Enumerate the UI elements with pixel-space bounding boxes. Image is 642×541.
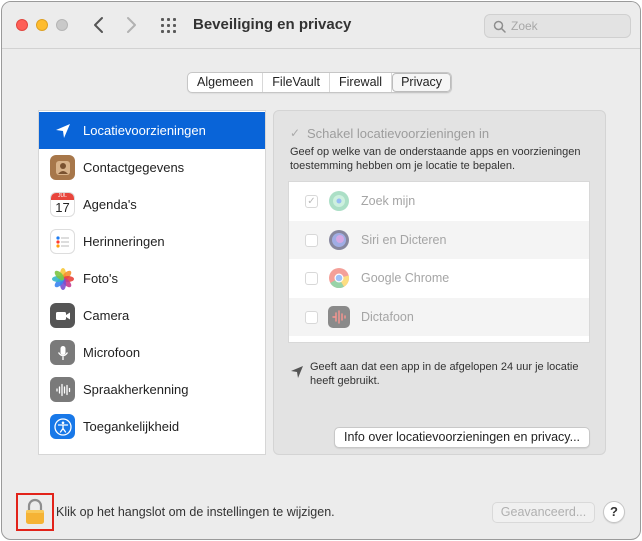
padlock-icon	[26, 498, 44, 524]
app-name: Siri en Dicteren	[361, 232, 447, 247]
photos-icon	[50, 266, 75, 291]
tab-bar: Algemeen FileVault Firewall Privacy	[187, 72, 453, 93]
list-item[interactable]: ✓ Zoek mijn	[289, 182, 589, 221]
sidebar-item-label: Foto's	[83, 271, 118, 286]
reminders-icon	[50, 229, 75, 254]
sidebar-item-label: Locatievoorzieningen	[83, 123, 206, 138]
location-app-list: ✓ Zoek mijn Siri en Dicteren Google Chro…	[288, 181, 590, 343]
search-field[interactable]	[484, 14, 631, 38]
sidebar-item-locatievoorzieningen[interactable]: Locatievoorzieningen	[39, 112, 265, 149]
app-checkbox[interactable]	[305, 272, 318, 285]
accessibility-icon	[50, 414, 75, 439]
voice-memos-icon	[327, 305, 351, 329]
lock-button[interactable]	[16, 493, 54, 531]
minimize-window-button[interactable]	[36, 19, 48, 31]
sidebar-item-label: Herinneringen	[83, 234, 165, 249]
sidebar-item-microfoon[interactable]: Microfoon	[39, 334, 265, 371]
sidebar-item-fotos[interactable]: Foto's	[39, 260, 265, 297]
forward-button[interactable]	[120, 13, 142, 37]
calendar-day-label: 17	[55, 200, 70, 215]
privacy-category-list: Locatievoorzieningen Contactgegevens JUL…	[38, 110, 266, 455]
lock-instruction-text: Klik op het hangslot om de instellingen …	[56, 505, 335, 519]
list-item[interactable]: Google Chrome	[289, 259, 589, 298]
siri-icon	[327, 228, 351, 252]
show-all-grid-icon[interactable]	[160, 17, 178, 35]
search-input[interactable]	[511, 18, 623, 34]
app-name: Google Chrome	[361, 271, 450, 285]
list-item[interactable]: Dictafoon	[289, 297, 589, 336]
zoom-window-button[interactable]	[56, 19, 68, 31]
sidebar-item-label: Toegankelijkheid	[83, 419, 180, 434]
chrome-icon	[327, 266, 351, 290]
search-icon	[493, 20, 506, 33]
sidebar-item-label: Agenda's	[83, 197, 137, 212]
sidebar-item-label: Microfoon	[83, 345, 141, 360]
back-button[interactable]	[88, 13, 110, 37]
chevron-left-icon	[94, 17, 103, 33]
calendar-icon: JUL 17	[50, 192, 75, 217]
tab-filevault[interactable]: FileVault	[263, 73, 331, 92]
app-checkbox[interactable]: ✓	[305, 195, 318, 208]
sidebar-item-contactgegevens[interactable]: Contactgegevens	[39, 149, 265, 186]
app-checkbox[interactable]	[305, 310, 318, 324]
help-button[interactable]: ?	[603, 501, 625, 523]
tab-privacy[interactable]: Privacy	[392, 73, 452, 92]
sidebar-item-agendas[interactable]: JUL 17 Agenda's	[39, 186, 265, 223]
enable-location-services-label: Schakel locatievoorzieningen in	[307, 126, 490, 141]
location-services-description: Geef op welke van de onderstaande apps e…	[290, 146, 581, 172]
sidebar-item-toegankelijkheid[interactable]: Toegankelijkheid	[39, 408, 265, 445]
find-my-icon	[327, 189, 351, 213]
app-name: Zoek mijn	[361, 194, 416, 208]
tab-firewall[interactable]: Firewall	[330, 73, 393, 92]
speech-recognition-icon	[50, 377, 75, 402]
location-legend-text: Geeft aan dat een app in de afgelopen 24…	[310, 361, 579, 387]
close-window-button[interactable]	[16, 19, 28, 31]
preferences-window: Beveiliging en privacy Algemeen FileVaul…	[1, 1, 641, 540]
advanced-button[interactable]: Geavanceerd...	[492, 502, 595, 523]
app-name: Dictafoon	[361, 309, 414, 324]
sidebar-item-herinneringen[interactable]: Herinneringen	[39, 223, 265, 260]
chevron-right-icon	[127, 17, 136, 33]
app-checkbox[interactable]	[305, 233, 318, 247]
calendar-month-label: JUL	[51, 193, 74, 200]
contacts-icon	[50, 155, 75, 180]
location-privacy-info-button[interactable]: Info over locatievoorzieningen en privac…	[334, 427, 591, 448]
sidebar-item-label: Contactgegevens	[83, 160, 185, 175]
camera-icon	[50, 303, 75, 328]
microphone-icon	[50, 340, 75, 365]
sidebar-item-label: Camera	[83, 308, 130, 323]
location-arrow-icon	[290, 365, 304, 379]
location-services-panel: ✓ Schakel locatievoorzieningen in Geef o…	[273, 110, 606, 455]
checkmark-icon[interactable]: ✓	[290, 127, 302, 139]
tab-algemeen[interactable]: Algemeen	[188, 73, 264, 92]
window-title: Beveiliging en privacy	[193, 16, 352, 33]
sidebar-item-spraakherkenning[interactable]: Spraakherkenning	[39, 371, 265, 408]
list-item[interactable]: Siri en Dicteren	[289, 220, 589, 259]
sidebar-item-label: Spraakherkenning	[83, 382, 189, 397]
title-bar: Beveiliging en privacy	[2, 2, 640, 49]
location-arrow-icon	[50, 118, 75, 143]
sidebar-item-camera[interactable]: Camera	[39, 297, 265, 334]
